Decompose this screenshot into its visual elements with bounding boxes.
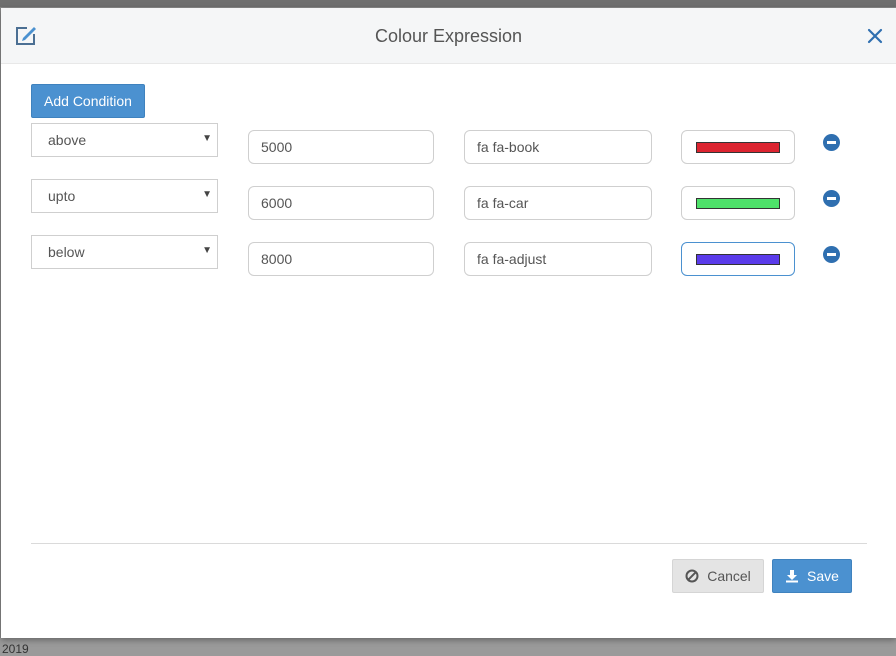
minus-circle-icon[interactable] (823, 190, 840, 207)
operator-value: above (48, 132, 87, 148)
operator-value: below (48, 244, 85, 260)
minus-circle-icon[interactable] (823, 246, 840, 263)
operator-select[interactable]: below ▼ (31, 235, 218, 269)
color-swatch (696, 197, 780, 209)
minus-circle-icon[interactable] (823, 134, 840, 151)
chevron-down-icon: ▼ (202, 133, 212, 144)
cancel-button[interactable]: Cancel (672, 559, 764, 593)
cancel-label: Cancel (707, 568, 751, 584)
save-label: Save (807, 568, 839, 584)
footer-divider (31, 543, 867, 544)
colour-expression-dialog: Colour Expression Add Condition above ▼ … (1, 8, 896, 638)
backdrop-top-strip (0, 0, 896, 7)
color-picker[interactable] (681, 186, 795, 220)
condition-row: above ▼ 5000 fa fa-book (1, 123, 896, 166)
icon-class-input[interactable]: fa fa-book (464, 130, 652, 164)
dialog-title: Colour Expression (374, 26, 523, 46)
icon-class-input[interactable]: fa fa-car (464, 186, 652, 220)
close-icon[interactable] (866, 27, 884, 45)
value-input[interactable]: 8000 (248, 242, 434, 276)
condition-row: upto ▼ 6000 fa fa-car (1, 179, 896, 222)
value-input[interactable]: 6000 (248, 186, 434, 220)
icon-class-input[interactable]: fa fa-adjust (464, 242, 652, 276)
operator-select[interactable]: above ▼ (31, 123, 218, 157)
download-icon (786, 570, 799, 583)
color-swatch (696, 253, 780, 265)
color-picker[interactable] (681, 242, 795, 276)
dialog-header: Colour Expression (1, 8, 896, 64)
add-condition-button[interactable]: Add Condition (31, 84, 145, 118)
chevron-down-icon: ▼ (202, 189, 212, 200)
background-page-strip (0, 638, 896, 656)
color-picker[interactable] (681, 130, 795, 164)
operator-select[interactable]: upto ▼ (31, 179, 218, 213)
background-text: 2019 (2, 642, 29, 656)
color-swatch (696, 141, 780, 153)
save-button[interactable]: Save (772, 559, 852, 593)
ban-icon (685, 569, 699, 583)
condition-row: below ▼ 8000 fa fa-adjust (1, 235, 896, 278)
chevron-down-icon: ▼ (202, 245, 212, 256)
value-input[interactable]: 5000 (248, 130, 434, 164)
operator-value: upto (48, 188, 76, 204)
